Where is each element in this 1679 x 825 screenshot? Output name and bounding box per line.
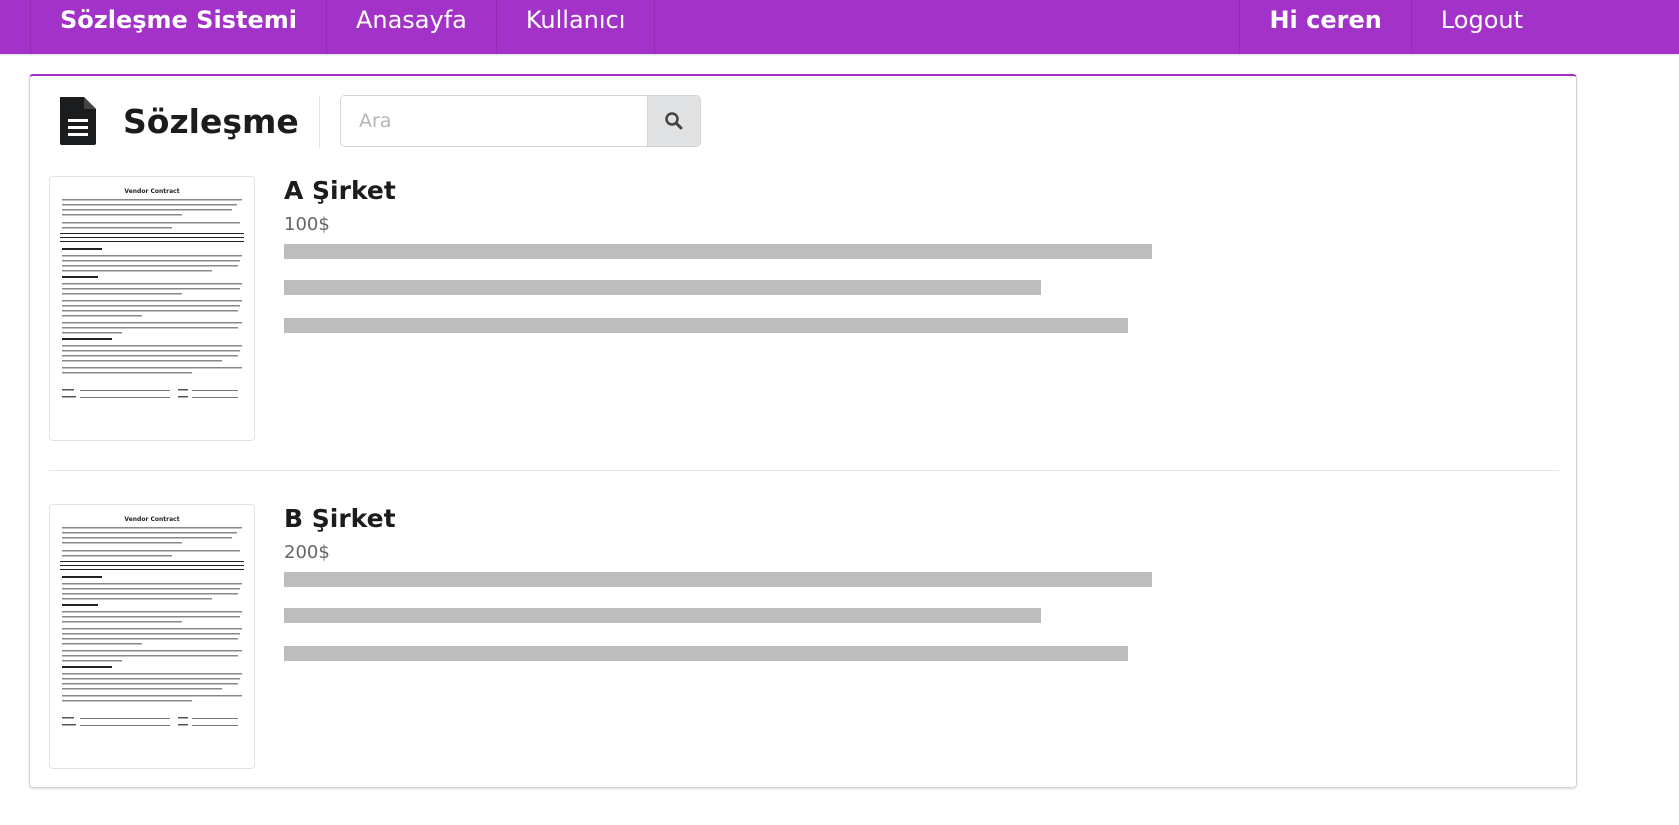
file-text-icon [60, 97, 96, 145]
search-input[interactable] [341, 96, 647, 146]
header-divider [319, 96, 320, 148]
search-box [340, 95, 701, 147]
nav-item-kullanici[interactable]: Kullanıcı [495, 0, 656, 54]
placeholder-line [284, 244, 1152, 259]
contract-document-image: Vendor Contract [60, 516, 244, 726]
contracts-panel: Sözleşme Vendor Contract [29, 74, 1577, 788]
placeholder-line [284, 318, 1128, 333]
brand-link[interactable]: Sözleşme Sistemi [30, 0, 326, 54]
top-menu: Sözleşme Sistemi Anasayfa Kullanıcı Hi c… [0, 0, 1679, 54]
placeholder-line [284, 280, 1041, 295]
placeholder-line [284, 608, 1041, 623]
contract-price: 200$ [284, 542, 330, 563]
svg-text:Vendor Contract: Vendor Contract [124, 516, 179, 523]
list-item[interactable]: Vendor Contract [49, 504, 1559, 774]
contract-thumbnail[interactable]: Vendor Contract [49, 176, 255, 441]
contract-thumbnail[interactable]: Vendor Contract [49, 504, 255, 769]
user-greeting[interactable]: Hi ceren [1239, 0, 1410, 54]
page-header: Sözleşme [58, 90, 299, 152]
search-button[interactable] [647, 96, 700, 146]
placeholder-line [284, 646, 1128, 661]
contract-name[interactable]: B Şirket [284, 504, 396, 533]
list-item[interactable]: Vendor Contract [49, 176, 1559, 446]
page-title: Sözleşme [123, 101, 299, 141]
placeholder-line [284, 572, 1152, 587]
contract-document-image: Vendor Contract [60, 188, 244, 398]
search-icon [665, 112, 683, 130]
contract-name[interactable]: A Şirket [284, 176, 396, 205]
contract-price: 100$ [284, 214, 330, 235]
svg-text:Vendor Contract: Vendor Contract [124, 188, 179, 195]
logout-link[interactable]: Logout [1410, 0, 1552, 54]
nav-item-anasayfa[interactable]: Anasayfa [325, 0, 496, 54]
item-divider [49, 470, 1559, 471]
